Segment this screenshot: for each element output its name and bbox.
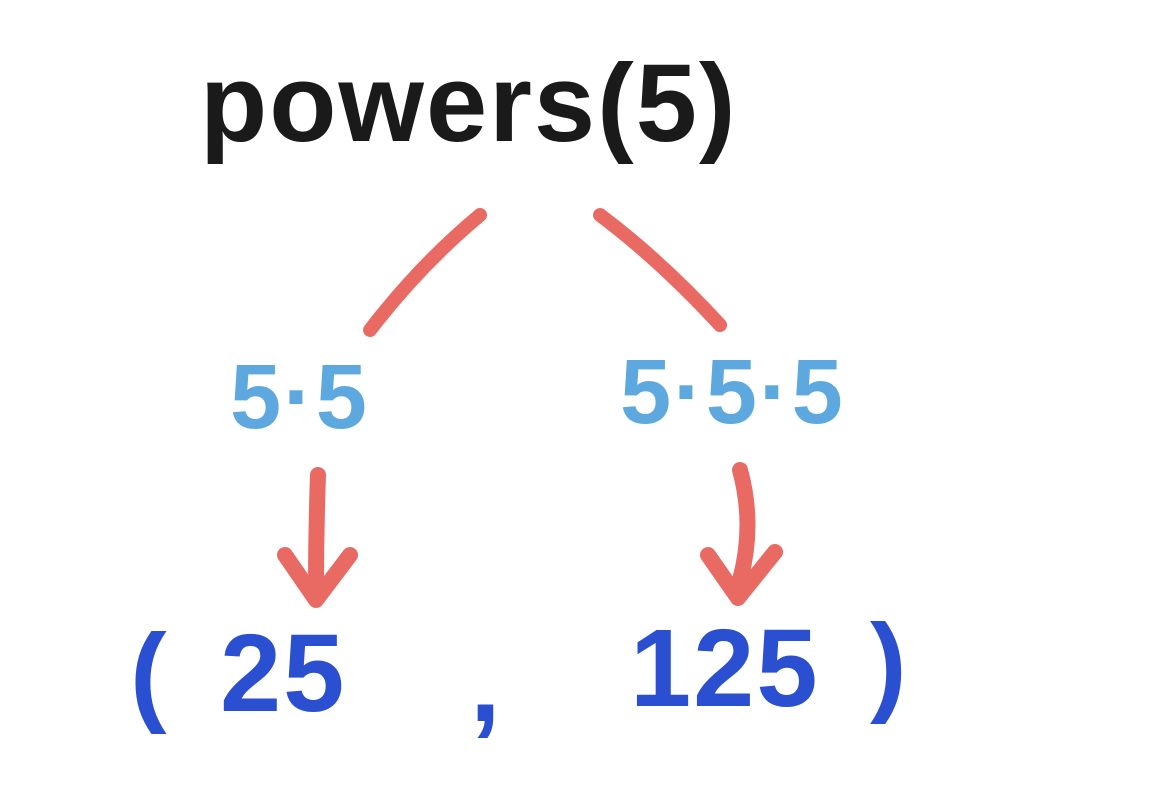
arrow-right-head — [708, 552, 775, 598]
arc-title-to-left — [370, 215, 480, 330]
tuple-comma: , — [470, 620, 503, 747]
right-expression: 5·5·5 — [620, 340, 845, 445]
arrow-left-head — [285, 555, 350, 600]
tuple-open-paren: ( — [130, 610, 169, 737]
function-call-title: powers(5) — [200, 40, 738, 167]
arc-title-to-right — [600, 215, 720, 325]
tuple-close-paren: ) — [870, 600, 909, 727]
arrow-left-shaft — [316, 475, 318, 585]
result-left-value: 25 — [220, 610, 346, 737]
diagram-canvas: powers(5) 5·5 5·5·5 ( 25 , 125 ) — [0, 0, 1156, 808]
arrow-right-shaft — [740, 470, 748, 580]
left-expression: 5·5 — [230, 345, 369, 450]
result-right-value: 125 — [630, 605, 820, 732]
